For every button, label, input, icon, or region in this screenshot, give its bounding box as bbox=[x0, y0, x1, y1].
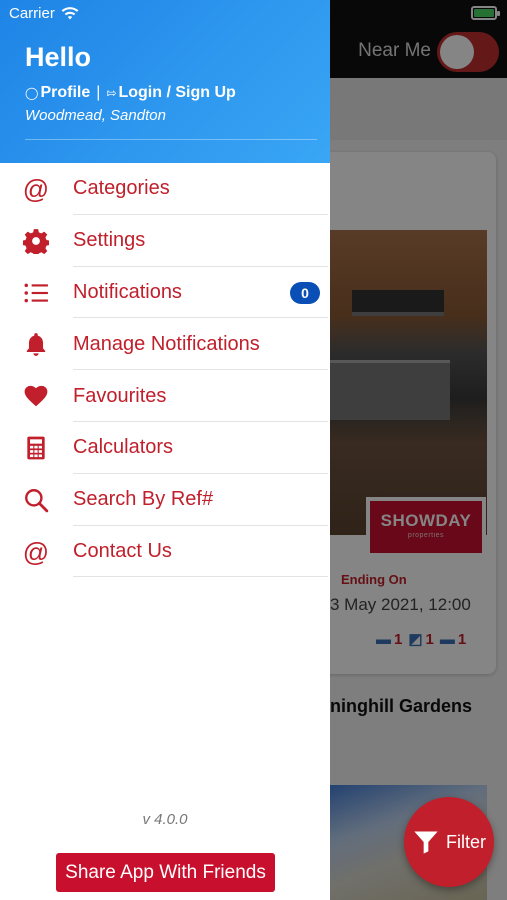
search-icon bbox=[22, 486, 50, 514]
at-icon: @ bbox=[22, 536, 50, 567]
drawer-header: Carrier Hello ◯ Profile | ⇰ Login / Sign… bbox=[0, 0, 330, 163]
share-app-button[interactable]: Share App With Friends bbox=[56, 853, 275, 892]
menu-item-settings[interactable]: Settings bbox=[0, 215, 330, 267]
filter-label: Filter bbox=[446, 831, 486, 852]
login-link[interactable]: ⇰ Login / Sign Up bbox=[106, 84, 235, 102]
link-separator: | bbox=[96, 84, 101, 101]
status-carrier: Carrier bbox=[9, 5, 79, 22]
profile-label: Profile bbox=[40, 84, 91, 101]
calculator-icon bbox=[22, 434, 50, 462]
menu-item-calculators[interactable]: Calculators bbox=[0, 422, 330, 474]
location-label: Woodmead, Sandton bbox=[25, 107, 166, 124]
menu-item-contact-us[interactable]: @ Contact Us bbox=[0, 526, 330, 578]
notifications-count-badge: 0 bbox=[290, 281, 320, 304]
carrier-label: Carrier bbox=[9, 5, 55, 22]
profile-link[interactable]: ◯ Profile bbox=[25, 84, 90, 102]
drawer-menu: @ Categories Settings Notifications 0 Ma… bbox=[0, 163, 330, 578]
menu-item-label: Notifications bbox=[73, 280, 182, 303]
menu-item-manage-notifications[interactable]: Manage Notifications bbox=[0, 318, 330, 371]
menu-item-label: Favourites bbox=[73, 384, 167, 407]
menu-item-label: Contact Us bbox=[73, 539, 172, 562]
account-links: ◯ Profile | ⇰ Login / Sign Up bbox=[25, 84, 236, 102]
menu-item-label: Categories bbox=[73, 177, 170, 200]
gear-icon bbox=[22, 227, 50, 255]
side-drawer: Carrier Hello ◯ Profile | ⇰ Login / Sign… bbox=[0, 0, 330, 900]
funnel-icon bbox=[414, 831, 438, 854]
header-divider bbox=[25, 139, 317, 140]
menu-item-search-by-ref[interactable]: Search By Ref# bbox=[0, 474, 330, 526]
user-icon: ◯ bbox=[25, 86, 39, 100]
list-icon bbox=[22, 279, 50, 307]
heart-icon bbox=[22, 382, 50, 410]
wifi-icon bbox=[61, 7, 79, 20]
menu-item-categories[interactable]: @ Categories bbox=[0, 163, 330, 215]
menu-item-favourites[interactable]: Favourites bbox=[0, 370, 330, 422]
greeting-title: Hello bbox=[25, 42, 92, 72]
menu-item-label: Settings bbox=[73, 229, 146, 252]
login-icon: ⇰ bbox=[106, 86, 117, 100]
filter-button[interactable]: Filter bbox=[404, 797, 494, 887]
at-icon: @ bbox=[22, 174, 50, 204]
menu-item-notifications[interactable]: Notifications 0 bbox=[0, 267, 330, 319]
app-version: v 4.0.0 bbox=[142, 811, 188, 828]
menu-item-label: Calculators bbox=[73, 436, 174, 459]
menu-item-label: Search By Ref# bbox=[73, 488, 214, 511]
bell-icon bbox=[22, 330, 50, 358]
login-label: Login / Sign Up bbox=[118, 84, 236, 101]
menu-item-label: Manage Notifications bbox=[73, 332, 260, 355]
divider bbox=[73, 576, 328, 578]
